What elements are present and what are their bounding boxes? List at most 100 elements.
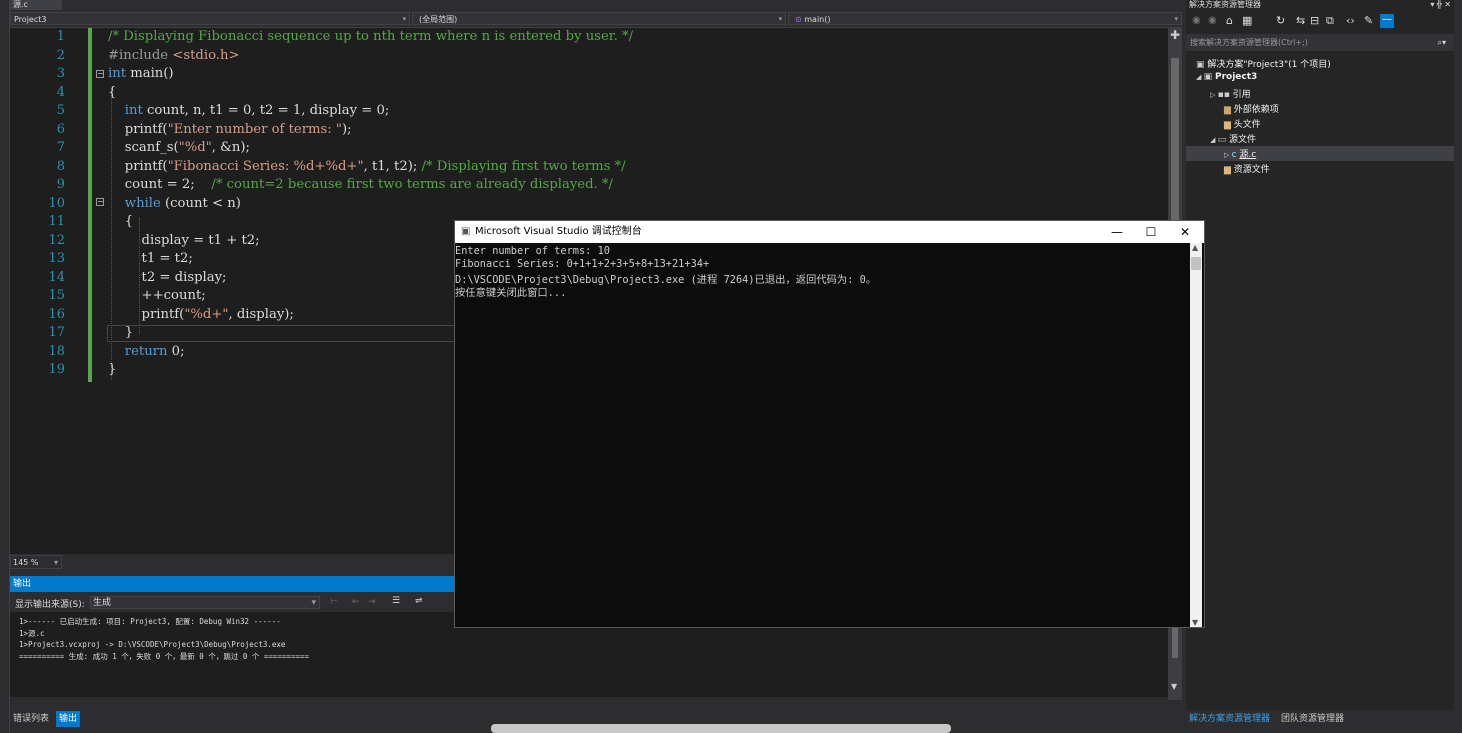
pending-changes-icon[interactable]: ↻ bbox=[1276, 14, 1285, 27]
console-scroll-thumb[interactable] bbox=[1191, 257, 1201, 270]
line-number: 2 bbox=[56, 47, 65, 63]
output-source-value: 生成 bbox=[93, 598, 112, 608]
line-number: 16 bbox=[48, 306, 65, 322]
pin-close-icons[interactable]: ▾ ╬ ✕ bbox=[1430, 0, 1451, 10]
collapsed-arrow-icon[interactable]: ▷ bbox=[1224, 151, 1232, 159]
fold-main-icon[interactable]: − bbox=[96, 70, 104, 78]
expanded-arrow-icon[interactable]: ◢ bbox=[1196, 73, 1204, 81]
output-line: ========== 生成: 成功 1 个，失败 0 个，最新 0 个，跳过 0… bbox=[19, 652, 310, 661]
solution-explorer-title-label: 解决方案资源管理器 bbox=[1189, 0, 1261, 9]
forward-icon[interactable]: ◉ bbox=[1208, 15, 1217, 26]
tree-project[interactable]: ◢ ▣ Project3 bbox=[1196, 72, 1257, 82]
scroll-up-icon[interactable]: ▲ bbox=[1192, 243, 1198, 252]
solution-toolbar: ◉ ◉ ⌂ ▦ ↻ ⇆ ⊟ ⧉ ‹› ✎ — bbox=[1186, 12, 1454, 32]
collapse-all-icon[interactable]: ⊟ bbox=[1310, 14, 1319, 27]
member-dropdown[interactable]: ⊙ main() ▾ bbox=[788, 12, 1182, 25]
minimize-button[interactable]: — bbox=[1100, 221, 1134, 243]
code-token: int bbox=[108, 66, 127, 81]
code-token: "%d" bbox=[178, 140, 212, 155]
taskbar-scroll-thumb[interactable] bbox=[491, 724, 951, 733]
line-number: 18 bbox=[48, 343, 65, 359]
console-title-bar[interactable]: ▣ Microsoft Visual Studio 调试控制台 — ☐ ✕ bbox=[455, 221, 1204, 243]
fold-while-icon[interactable]: − bbox=[96, 198, 104, 206]
sync-icon[interactable]: ⇆ bbox=[1296, 14, 1305, 27]
code-token: count, n, t1 = 0, t2 = 1, display = 0; bbox=[142, 103, 390, 118]
back-icon[interactable]: ◉ bbox=[1192, 15, 1201, 26]
scroll-down-icon[interactable]: ▼ bbox=[1192, 618, 1198, 627]
zoom-combo[interactable]: 145 % ▾ bbox=[10, 555, 62, 569]
tab-output[interactable]: 输出 bbox=[56, 711, 81, 727]
expanded-arrow-icon[interactable]: ◢ bbox=[1210, 136, 1218, 144]
console-line: 按任意键关闭此窗口... bbox=[455, 287, 567, 299]
code-line: printf("Fibonacci Series: %d+%d+", t1, t… bbox=[108, 159, 626, 174]
chevron-down-icon: ▾ bbox=[778, 15, 782, 23]
code-token: while bbox=[124, 195, 161, 211]
document-tab[interactable]: 源.c bbox=[10, 0, 62, 10]
console-line: Enter number of terms: 10 bbox=[455, 245, 610, 257]
output-source-dropdown[interactable]: 生成 ▾ bbox=[90, 596, 320, 609]
line-number: 15 bbox=[48, 288, 65, 303]
output-scroll-thumb[interactable] bbox=[1172, 628, 1178, 658]
line-number: 3 bbox=[56, 66, 65, 81]
folder-icon: ▆ bbox=[1224, 105, 1234, 115]
collapsed-arrow-icon[interactable]: ▷ bbox=[1210, 91, 1218, 99]
line-number: 11 bbox=[48, 214, 65, 229]
output-source-label: 显示输出来源(S): bbox=[15, 600, 85, 610]
folder-icon: ▆ bbox=[1224, 120, 1234, 130]
maximize-button[interactable]: ☐ bbox=[1134, 221, 1168, 243]
tab-error-list[interactable]: 错误列表 bbox=[10, 711, 52, 727]
scroll-down-icon[interactable]: ▼ bbox=[1171, 682, 1177, 691]
tree-item-resource-files[interactable]: ▆ 资源文件 bbox=[1224, 162, 1270, 175]
tree-item-source-c[interactable]: ▷ c 源.c bbox=[1224, 147, 1256, 160]
search-icon: ⌕▾ bbox=[1437, 38, 1447, 47]
preview-selected-icon[interactable]: — bbox=[1380, 14, 1394, 28]
tab-team-explorer[interactable]: 团队资源管理器 bbox=[1278, 711, 1347, 727]
word-wrap-icon[interactable]: ⇌ bbox=[415, 596, 423, 606]
member-dropdown-label: main() bbox=[804, 15, 831, 24]
switch-views-icon[interactable]: ▦ bbox=[1242, 14, 1252, 27]
split-plus-icon[interactable]: ✚ bbox=[1170, 28, 1180, 42]
next-message-icon[interactable]: ⇥ bbox=[368, 597, 376, 607]
tree-item-references[interactable]: ▷ ▪▪ 引用 bbox=[1210, 87, 1251, 100]
debug-console-window[interactable]: ▣ Microsoft Visual Studio 调试控制台 — ☐ ✕ En… bbox=[455, 221, 1204, 627]
output-horizontal-scrollbar[interactable] bbox=[10, 698, 1168, 708]
code-line: scanf_s("%d", &n); bbox=[108, 140, 250, 155]
view-code-icon[interactable]: ‹› bbox=[1346, 14, 1355, 27]
show-all-files-icon[interactable]: ⧉ bbox=[1326, 14, 1334, 28]
prev-message-icon[interactable]: ⇤ bbox=[352, 597, 360, 607]
tab-label: 解决方案资源管理器 bbox=[1189, 714, 1271, 724]
code-token: } bbox=[108, 325, 134, 340]
output-toolbar: 显示输出来源(S): 生成 ▾ ⊢ ⇤ ⇥ ☰ ⇌ bbox=[10, 594, 455, 612]
line-number: 13 bbox=[48, 251, 65, 266]
tab-solution-explorer[interactable]: 解决方案资源管理器 bbox=[1186, 711, 1273, 727]
tree-solution-root[interactable]: ▣ 解决方案"Project3"(1 个项目) bbox=[1196, 57, 1331, 70]
code-line: return 0; bbox=[108, 344, 185, 359]
tree-item-external-deps[interactable]: ▆ 外部依赖项 bbox=[1224, 102, 1279, 115]
home-icon[interactable]: ⌂ bbox=[1226, 14, 1233, 27]
scope-dropdown[interactable]: (全局范围) ▾ bbox=[412, 12, 786, 25]
output-panel-title: 输出 bbox=[10, 576, 455, 592]
output-line: 1>------ 已启动生成: 项目: Project3, 配置: Debug … bbox=[19, 617, 281, 626]
console-scrollbar[interactable]: ▲ ▼ bbox=[1190, 243, 1202, 627]
folder-open-icon: ▭ bbox=[1217, 135, 1229, 145]
document-tab-label: 源.c bbox=[13, 0, 28, 9]
change-indicator bbox=[88, 28, 92, 382]
code-token: { bbox=[108, 84, 117, 100]
code-token: , display); bbox=[228, 306, 294, 322]
close-button[interactable]: ✕ bbox=[1168, 221, 1202, 243]
solution-search-input[interactable]: 搜索解决方案资源管理器(Ctrl+;) ⌕▾ bbox=[1186, 34, 1454, 51]
tree-item-header-files[interactable]: ▆ 头文件 bbox=[1224, 117, 1261, 130]
solution-explorer-title: 解决方案资源管理器 ▾ ╬ ✕ bbox=[1186, 0, 1457, 10]
clear-all-icon[interactable]: ☰ bbox=[392, 596, 400, 606]
project-dropdown[interactable]: Project3 ▾ bbox=[10, 12, 410, 25]
tree-label: 源文件 bbox=[1228, 135, 1256, 145]
code-token: /* Displaying first two terms */ bbox=[421, 158, 626, 174]
properties-wrench-icon[interactable]: ✎ bbox=[1364, 14, 1373, 27]
tree-item-source-files[interactable]: ◢ ▭ 源文件 bbox=[1210, 132, 1256, 145]
tab-label: 团队资源管理器 bbox=[1281, 714, 1345, 724]
find-message-icon[interactable]: ⊢ bbox=[330, 597, 338, 607]
code-line: display = t1 + t2; bbox=[108, 233, 260, 248]
